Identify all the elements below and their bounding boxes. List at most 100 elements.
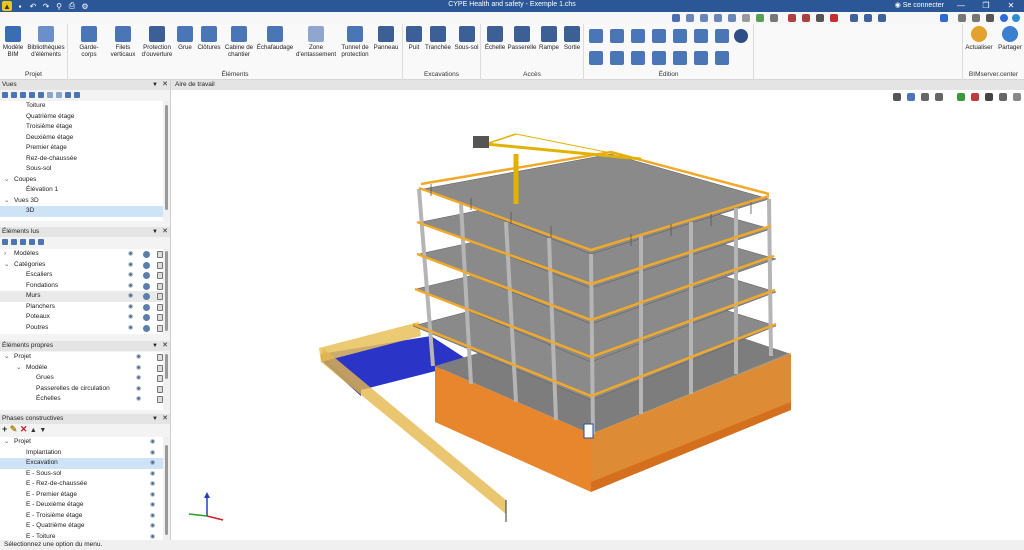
close-panel-icon[interactable]: ✕ <box>162 341 168 351</box>
echafaudage-button[interactable]: Échafaudage <box>255 26 295 51</box>
view-red-icon[interactable] <box>971 93 979 101</box>
hex-icon[interactable] <box>143 303 150 311</box>
tree-row[interactable]: Premier étage <box>0 143 163 154</box>
hex-icon[interactable] <box>143 314 150 321</box>
visibility-eye-icon[interactable]: ◉ <box>150 523 157 529</box>
move-arrows-icon[interactable] <box>610 51 624 65</box>
tree-row[interactable]: Troisième étage <box>0 122 163 133</box>
visibility-eye-icon[interactable]: ◉ <box>128 272 135 278</box>
new-view-icon[interactable] <box>2 92 8 98</box>
edit-phase-icon[interactable]: ✎ <box>10 424 18 434</box>
tree-row[interactable]: ⌄ Modèle ◉ <box>0 363 163 374</box>
vues-scrollbar[interactable] <box>163 101 170 221</box>
view-green-icon[interactable] <box>957 93 965 101</box>
tree-row[interactable]: Excavation ◉ <box>0 458 163 469</box>
import-view-icon[interactable] <box>65 92 71 98</box>
layers-icon[interactable] <box>788 14 796 22</box>
tree-row[interactable]: E - Rez-de-chaussée ◉ <box>0 479 163 490</box>
visibility-eye-icon[interactable]: ◉ <box>150 492 157 498</box>
phases-scrollbar[interactable] <box>163 437 170 540</box>
layers-filter-icon[interactable] <box>29 239 35 245</box>
chevron-down-icon[interactable]: ⌄ <box>4 437 9 448</box>
tree-row[interactable]: Toiture <box>0 101 163 112</box>
move-down-icon[interactable]: ▼ <box>39 427 46 434</box>
move-icon[interactable] <box>610 29 624 43</box>
tree-row[interactable]: E - Toiture ◉ <box>0 532 163 541</box>
tree-row[interactable]: ⌄ Coupes <box>0 175 163 186</box>
tree-row[interactable]: Échelles ◉ <box>0 394 163 405</box>
plan-view-icon[interactable] <box>20 92 26 98</box>
tree-row[interactable]: E - Sous-sol ◉ <box>0 469 163 480</box>
close-window-button[interactable]: ✕ <box>1000 0 1022 12</box>
visibility-eye-icon[interactable]: ◉ <box>150 513 157 519</box>
visibility-eye-icon[interactable]: ◉ <box>128 251 135 257</box>
tree-row[interactable]: Élévation 1 <box>0 185 163 196</box>
modele-bim-button[interactable]: Modèle BIM <box>1 26 25 58</box>
stretch-icon[interactable] <box>694 29 708 43</box>
soussol-button[interactable]: Sous-sol <box>453 26 480 51</box>
tree-row[interactable]: Fondations ◉ <box>0 281 163 292</box>
close-panel-icon[interactable]: ✕ <box>162 414 168 424</box>
rotate-icon[interactable] <box>631 29 645 43</box>
window-tile-icon[interactable] <box>878 14 886 22</box>
tree-row[interactable]: ⌄ Catégories ◉ <box>0 260 163 271</box>
hex-icon[interactable] <box>143 293 150 300</box>
clotures-button[interactable]: Clôtures <box>195 26 223 51</box>
collapse-all-icon[interactable] <box>11 239 17 245</box>
zoom-extents-icon[interactable] <box>714 14 722 22</box>
add-phase-icon[interactable]: + <box>2 424 7 434</box>
close-panel-icon[interactable]: ✕ <box>162 80 168 90</box>
zone-button[interactable]: Zone d'entassement <box>296 26 336 58</box>
window-icon[interactable] <box>850 14 858 22</box>
visibility-eye-icon[interactable]: ◉ <box>150 502 157 508</box>
cabine-button[interactable]: Cabine de chantier <box>223 26 255 58</box>
visibility-eye-icon[interactable]: ◉ <box>150 460 157 466</box>
chevron-down-icon[interactable]: ⌄ <box>4 175 9 186</box>
mirror-icon[interactable] <box>652 51 666 65</box>
tree-row[interactable]: ⌄ Vues 3D <box>0 196 163 207</box>
align-icon[interactable] <box>652 29 666 43</box>
pin-icon[interactable]: ▼ <box>152 80 158 90</box>
view-camera-icon[interactable] <box>985 93 993 101</box>
properties-icon[interactable] <box>715 29 729 43</box>
array-icon[interactable] <box>673 51 687 65</box>
export-view-icon[interactable] <box>74 92 80 98</box>
delete-icon[interactable] <box>734 29 748 43</box>
tree-row[interactable]: Deuxième étage <box>0 133 163 144</box>
expand-icon[interactable] <box>958 14 966 22</box>
visibility-eye-icon[interactable]: ◉ <box>136 396 143 402</box>
hex-icon[interactable] <box>143 324 150 332</box>
visibility-eye-icon[interactable]: ◉ <box>128 293 135 299</box>
copy-icon[interactable] <box>589 51 603 65</box>
sortie-button[interactable]: Sortie <box>561 26 583 51</box>
tree-row[interactable]: E - Deuxième étage ◉ <box>0 500 163 511</box>
visibility-eye-icon[interactable]: ◉ <box>128 283 135 289</box>
grue-button[interactable]: Grue <box>175 26 195 51</box>
expand-all-icon[interactable] <box>2 239 8 245</box>
view-walk-icon[interactable] <box>935 93 943 101</box>
tree-row[interactable]: Rez-de-chaussée <box>0 154 163 165</box>
tree-row[interactable]: Sous-sol <box>0 164 163 175</box>
tree-row[interactable]: Passerelles de circulation ◉ <box>0 384 163 395</box>
view-cube-icon[interactable] <box>999 93 1007 101</box>
garde-corps-button[interactable]: Garde-corps <box>72 26 106 58</box>
tree-row[interactable]: Planchers ◉ <box>0 302 163 313</box>
tree-row[interactable]: ⌄ Projet ◉ <box>0 437 163 448</box>
chevron-down-icon[interactable]: ⌄ <box>4 196 9 207</box>
delete-phase-icon[interactable]: ✕ <box>20 424 28 434</box>
chevron-down-icon[interactable]: ⌄ <box>4 260 9 271</box>
visibility-eye-icon[interactable]: ◉ <box>150 439 157 445</box>
eraser-icon[interactable] <box>715 51 729 65</box>
snap-icon[interactable] <box>816 14 824 22</box>
partager-button[interactable]: Partager <box>995 26 1024 51</box>
edit-icon[interactable] <box>589 29 603 43</box>
tree-row[interactable]: Implantation ◉ <box>0 448 163 459</box>
tree-row[interactable]: 3D <box>0 206 163 217</box>
zoom-window-icon[interactable] <box>700 14 708 22</box>
hex-icon[interactable] <box>143 282 150 290</box>
image-icon[interactable] <box>756 14 764 22</box>
pin-icon[interactable]: ▼ <box>152 341 158 351</box>
cube-icon[interactable] <box>986 14 994 22</box>
visibility-eye-icon[interactable]: ◉ <box>150 481 157 487</box>
network-icon[interactable] <box>672 14 680 22</box>
